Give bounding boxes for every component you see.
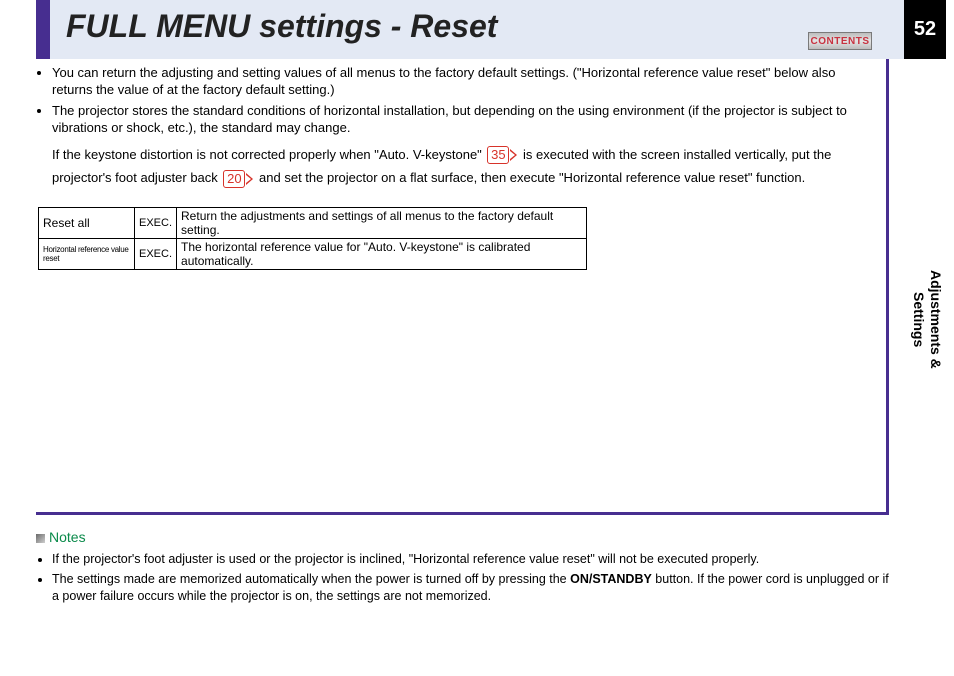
square-bullet-icon (36, 534, 45, 543)
notes-heading: Notes (36, 529, 896, 545)
cell-name: Reset all (39, 208, 135, 239)
text: The settings made are memorized automati… (52, 572, 570, 586)
main-content: You can return the adjusting and setting… (36, 59, 889, 515)
page-title: FULL MENU settings - Reset (66, 8, 497, 45)
list-item: The settings made are memorized automati… (52, 571, 896, 605)
page-ref-link[interactable]: 35 (487, 146, 517, 164)
reset-settings-table: Reset all EXEC. Return the adjustments a… (38, 207, 587, 270)
contents-button[interactable]: CONTENTS (808, 32, 872, 50)
page-number: 52 (904, 0, 946, 59)
keystone-paragraph: If the keystone distortion is not correc… (52, 143, 886, 190)
notes-heading-text: Notes (49, 529, 86, 545)
cell-desc: The horizontal reference value for "Auto… (177, 239, 587, 270)
bold-text: ON/STANDBY (570, 572, 652, 586)
notes-block: Notes If the projector's foot adjuster i… (36, 529, 896, 605)
list-item: The projector stores the standard condit… (52, 103, 886, 137)
arrow-right-icon (246, 173, 253, 185)
page-ref-link[interactable]: 20 (223, 170, 253, 188)
notes-list: If the projector's foot adjuster is used… (36, 551, 896, 605)
list-item: If the projector's foot adjuster is used… (52, 551, 896, 568)
section-tab-label: Adjustments &Settings (910, 270, 944, 369)
cell-exec: EXEC. (135, 208, 177, 239)
cell-desc: Return the adjustments and settings of a… (177, 208, 587, 239)
header-accent-bar (36, 0, 50, 59)
text: If the projector's foot adjuster is used… (52, 552, 759, 566)
cell-name: Horizontal reference value reset (39, 239, 135, 270)
intro-bullet-list: You can return the adjusting and setting… (36, 65, 886, 137)
list-item: You can return the adjusting and setting… (52, 65, 886, 99)
arrow-right-icon (510, 149, 517, 161)
cell-exec: EXEC. (135, 239, 177, 270)
table-row: Reset all EXEC. Return the adjustments a… (39, 208, 587, 239)
text: and set the projector on a flat surface,… (259, 170, 805, 185)
text: If the keystone distortion is not correc… (52, 147, 485, 162)
table-row: Horizontal reference value reset EXEC. T… (39, 239, 587, 270)
page-ref-number: 35 (487, 146, 509, 164)
page-header: FULL MENU settings - Reset CONTENTS 52 (36, 0, 946, 59)
page-ref-number: 20 (223, 170, 245, 188)
